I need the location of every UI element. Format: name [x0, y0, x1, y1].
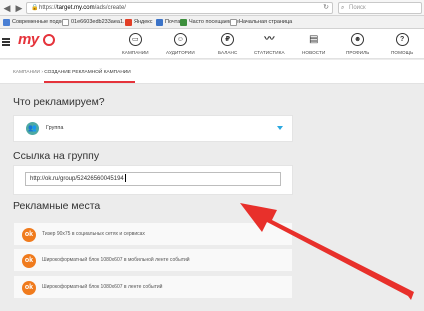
- placement-label: Широкоформатный блок 1080x607 в ленте со…: [42, 284, 163, 290]
- odnoklassniki-icon: ok: [22, 281, 36, 295]
- bookmark-icon: [62, 19, 69, 26]
- help-icon: ?: [395, 33, 409, 46]
- bookmarks-bar: Современные подхо... 01e6603edb233aea1..…: [0, 16, 424, 29]
- site-header: my ▭ КАМПАНИИ ☺ АУДИТОРИИ ₽ БАЛАНС 〰 СТА…: [0, 29, 424, 59]
- mail-icon: [156, 19, 163, 26]
- nav-label: ПОМОЩЬ: [391, 50, 414, 55]
- bookmark-item[interactable]: Яндекс: [125, 16, 153, 29]
- nav-profile[interactable]: ☻ ПРОФИЛЬ: [346, 29, 369, 59]
- nav-help[interactable]: ? ПОМОЩЬ: [391, 29, 413, 59]
- breadcrumb-current: СОЗДАНИЕ РЕКЛАМНОЙ КАМПАНИИ: [44, 70, 131, 75]
- menu-icon[interactable]: [2, 38, 10, 46]
- nav-label: НОВОСТИ: [302, 50, 326, 55]
- nav-label: СТАТИСТИКА: [254, 50, 285, 55]
- logo-target-icon: [43, 34, 55, 46]
- nav-audiences[interactable]: ☺ АУДИТОРИИ: [166, 29, 195, 59]
- address-text: https://target.my.com/ads/create/: [39, 5, 126, 11]
- browser-toolbar: ◀ ▶ 🔒 https://target.my.com/ads/create/ …: [0, 0, 424, 16]
- back-icon[interactable]: ◀: [1, 2, 13, 14]
- chevron-down-icon[interactable]: [277, 126, 283, 130]
- bookmark-icon: [230, 19, 237, 26]
- object-type-value: Группа: [46, 125, 64, 131]
- news-icon: ▤: [308, 34, 319, 45]
- mytarget-logo[interactable]: my: [18, 31, 39, 48]
- nav-label: АУДИТОРИИ: [166, 50, 195, 55]
- address-bar[interactable]: 🔒 https://target.my.com/ads/create/ ↻: [26, 2, 333, 14]
- chart-icon: 〰: [264, 34, 275, 45]
- nav-campaigns[interactable]: ▭ КАМПАНИИ: [122, 29, 149, 59]
- placement-item[interactable]: ok Широкоформатный блок 1080x607 в мобил…: [13, 248, 293, 272]
- nav-label: КАМПАНИИ: [122, 50, 149, 55]
- placement-item[interactable]: ok Широкоформатный блок 1080x607 в ленте…: [13, 275, 293, 299]
- reload-icon[interactable]: ↻: [323, 3, 329, 13]
- text-cursor: [124, 174, 126, 183]
- nav-label: ПРОФИЛЬ: [346, 50, 370, 55]
- megaphone-icon: ▭: [128, 33, 142, 46]
- breadcrumb-separator: ›: [41, 70, 43, 75]
- lock-icon: 🔒: [31, 5, 39, 11]
- search-icon: ⌕: [341, 5, 345, 11]
- bookmark-icon: [3, 19, 10, 26]
- bookmark-item[interactable]: Современные подхо...: [3, 16, 69, 29]
- section-title-what: Что рекламируем?: [13, 96, 105, 108]
- ruble-icon: ₽: [221, 33, 235, 46]
- bookmark-item[interactable]: Почта: [156, 16, 180, 29]
- placement-label: Широкоформатный блок 1080x607 в мобильно…: [42, 257, 190, 263]
- section-title-places: Рекламные места: [13, 200, 101, 212]
- section-title-link: Ссылка на группу: [13, 150, 100, 162]
- forward-icon[interactable]: ▶: [13, 2, 25, 14]
- object-type-select[interactable]: 👥 Группа: [26, 122, 288, 135]
- browser-search-input[interactable]: ⌕ Поиск: [338, 2, 422, 14]
- placement-label: Тизер 90x75 в социальных сетях и сервиса…: [42, 231, 145, 237]
- breadcrumb-link-campaigns[interactable]: КАМПАНИИ: [13, 70, 40, 75]
- odnoklassniki-icon: ok: [22, 228, 36, 242]
- active-underline: [44, 81, 135, 83]
- placement-item[interactable]: ok Тизер 90x75 в социальных сетях и серв…: [13, 222, 293, 246]
- odnoklassniki-icon: ok: [22, 254, 36, 268]
- nav-news[interactable]: ▤ НОВОСТИ: [302, 29, 325, 59]
- nav-balance[interactable]: ₽ БАЛАНС: [218, 29, 237, 59]
- group-icon: 👥: [26, 122, 39, 135]
- nav-label: БАЛАНС: [218, 50, 238, 55]
- audience-icon: ☺: [173, 33, 187, 46]
- breadcrumb: КАМПАНИИ › СОЗДАНИЕ РЕКЛАМНОЙ КАМПАНИИ: [13, 70, 131, 75]
- breadcrumb-bar: КАМПАНИИ › СОЗДАНИЕ РЕКЛАМНОЙ КАМПАНИИ: [0, 60, 424, 84]
- bookmark-icon: [180, 19, 187, 26]
- bookmark-item[interactable]: 01e6603edb233aea1...: [62, 16, 128, 29]
- yandex-icon: [125, 19, 132, 26]
- group-link-input[interactable]: http://ok.ru/group/52426560045194: [25, 172, 281, 186]
- nav-statistics[interactable]: 〰 СТАТИСТИКА: [254, 29, 285, 59]
- bookmark-item[interactable]: Начальная страница: [230, 16, 292, 29]
- profile-icon: ☻: [351, 33, 365, 46]
